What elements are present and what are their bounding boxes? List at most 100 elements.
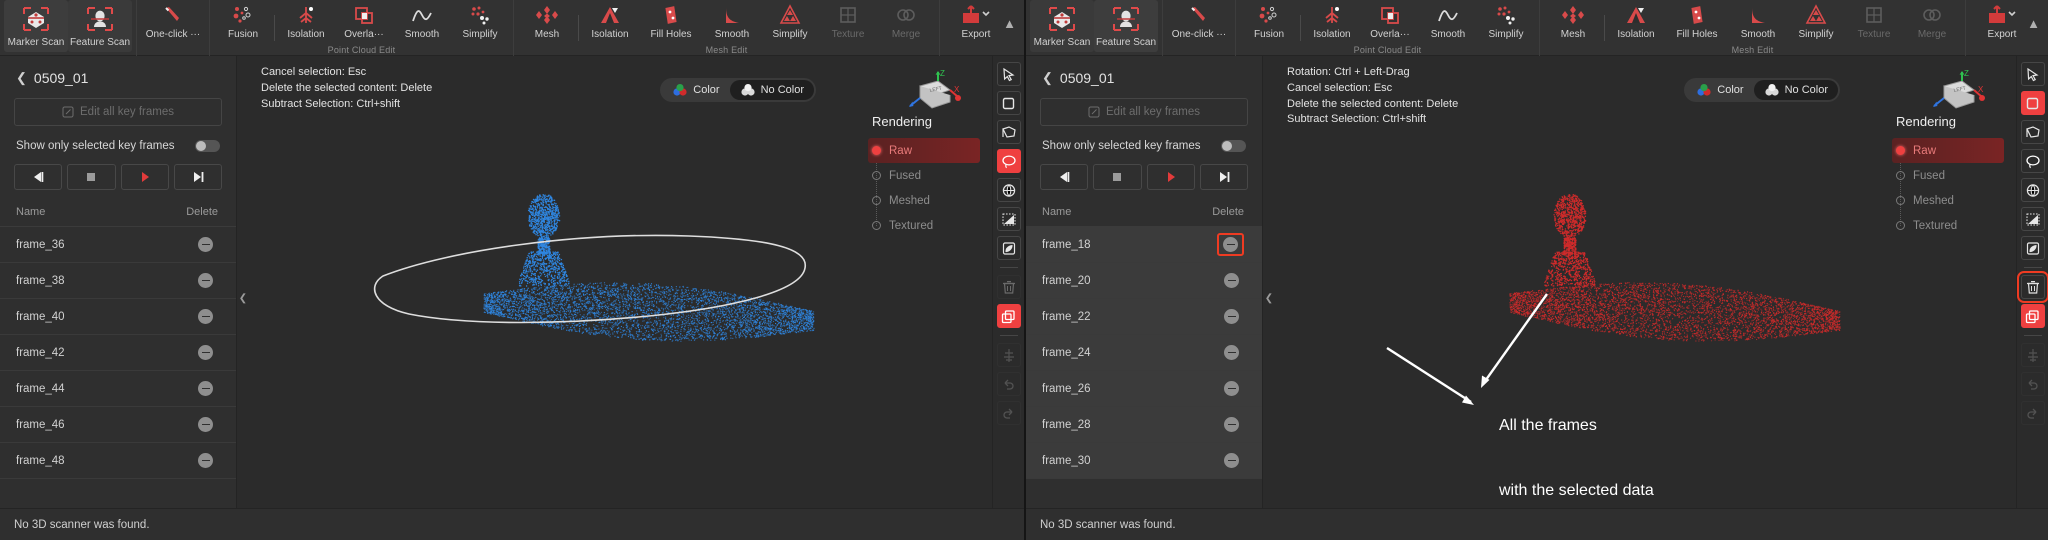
delete-frame-button[interactable]: [193, 450, 218, 471]
lasso-select-tool[interactable]: [996, 149, 1021, 173]
color-mode-toggle-right[interactable]: Color No Color: [1684, 78, 1840, 102]
ribbon-button-marker-scan-right[interactable]: Marker Scan: [1030, 0, 1094, 52]
duplicate-tool[interactable]: [996, 304, 1021, 328]
table-row[interactable]: frame_40: [0, 299, 236, 335]
ribbon-button-mesh-smooth-right[interactable]: Smooth: [1729, 0, 1787, 46]
table-row[interactable]: frame_28: [1026, 407, 1262, 443]
redo-tool[interactable]: [2020, 401, 2045, 425]
color-mode-option-color[interactable]: Color: [662, 80, 729, 100]
frame-list-right[interactable]: frame_18 frame_20 frame_22 frame_24 frame_26…: [1026, 227, 1262, 540]
polygon-select-tool[interactable]: [996, 120, 1021, 144]
table-row[interactable]: frame_38: [0, 263, 236, 299]
table-row[interactable]: frame_20: [1026, 263, 1262, 299]
rendering-option-textured[interactable]: Textured: [868, 213, 980, 238]
color-mode-toggle-left[interactable]: Color No Color: [660, 78, 816, 102]
edit-all-key-frames-button[interactable]: Edit all key frames: [1040, 98, 1248, 126]
panel-collapse-handle-right[interactable]: ❮: [1263, 56, 1275, 540]
rectangle-select-tool[interactable]: [996, 91, 1021, 115]
play-button[interactable]: [1146, 164, 1195, 190]
table-row[interactable]: frame_18: [1026, 227, 1262, 263]
ribbon-button-mesh-smooth[interactable]: Smooth: [703, 0, 761, 46]
ribbon-button-mesh-isolation[interactable]: Isolation: [581, 0, 639, 46]
rendering-option-fused[interactable]: Fused: [1892, 163, 2004, 188]
delete-tool[interactable]: [996, 275, 1021, 299]
breadcrumb[interactable]: ❮ 0509_01: [0, 56, 236, 96]
rendering-option-fused[interactable]: Fused: [868, 163, 980, 188]
ribbon-button-fill-holes-right[interactable]: Fill Holes: [1665, 0, 1729, 46]
delete-tool[interactable]: [2016, 271, 2048, 303]
chevron-up-icon[interactable]: ▲: [1003, 16, 1016, 31]
undo-tool[interactable]: [996, 372, 1021, 396]
delete-frame-button[interactable]: [193, 234, 218, 255]
chevron-left-icon[interactable]: ❮: [16, 70, 27, 86]
rendering-option-textured[interactable]: Textured: [1892, 213, 2004, 238]
rendering-option-raw[interactable]: Raw: [868, 138, 980, 163]
breadcrumb[interactable]: ❮ 0509_01: [1026, 56, 1262, 96]
table-row[interactable]: frame_36: [0, 227, 236, 263]
ribbon-button-pc-isolation[interactable]: Isolation: [277, 0, 335, 46]
ribbon-button-mesh-isolation-right[interactable]: Isolation: [1607, 0, 1665, 46]
through-select-tool[interactable]: [996, 178, 1021, 202]
ribbon-button-pc-isolation-right[interactable]: Isolation: [1303, 0, 1361, 46]
ribbon-button-feature-scan[interactable]: Feature Scan: [68, 0, 132, 52]
table-row[interactable]: frame_46: [0, 407, 236, 443]
ribbon-button-mesh-simplify-right[interactable]: Simplify: [1787, 0, 1845, 46]
stop-button[interactable]: [1093, 164, 1142, 190]
delete-frame-button[interactable]: [1219, 342, 1244, 363]
invert-select-tool[interactable]: [2020, 236, 2045, 260]
ribbon-button-pc-overlap-right[interactable]: Overla···: [1361, 0, 1419, 46]
ribbon-button-marker-scan[interactable]: Marker Scan: [4, 0, 68, 52]
step-back-button[interactable]: [14, 164, 63, 190]
delete-frame-button[interactable]: [1219, 450, 1244, 471]
ribbon-button-pc-smooth-right[interactable]: Smooth: [1419, 0, 1477, 46]
ribbon-button-pc-smooth[interactable]: Smooth: [393, 0, 451, 46]
marquee-gradient-tool[interactable]: [2020, 207, 2045, 231]
table-row[interactable]: frame_24: [1026, 335, 1262, 371]
viewport-right[interactable]: Rotation: Ctrl + Left-Drag Cancel selecti…: [1275, 56, 2016, 540]
select-arrow-tool[interactable]: [2020, 62, 2045, 86]
table-row[interactable]: frame_48: [0, 443, 236, 479]
table-row[interactable]: frame_30: [1026, 443, 1262, 479]
ribbon-button-export[interactable]: Export: [944, 0, 1008, 46]
color-mode-option-color[interactable]: Color: [1686, 80, 1753, 100]
table-row[interactable]: frame_22: [1026, 299, 1262, 335]
delete-frame-button[interactable]: [193, 342, 218, 363]
align-tool[interactable]: [996, 343, 1021, 367]
delete-frame-button[interactable]: [193, 270, 218, 291]
step-forward-button[interactable]: [173, 164, 222, 190]
duplicate-tool[interactable]: [2020, 304, 2045, 328]
through-select-tool[interactable]: [2020, 178, 2045, 202]
delete-frame-button[interactable]: [193, 414, 218, 435]
frame-list-left[interactable]: frame_36 frame_38 frame_40 frame_42 frame_44…: [0, 227, 236, 540]
show-only-selected-toggle[interactable]: [195, 140, 220, 152]
delete-frame-button[interactable]: [1219, 414, 1244, 435]
ribbon-button-fusion[interactable]: Fusion: [214, 0, 272, 46]
ribbon-button-fill-holes[interactable]: Fill Holes: [639, 0, 703, 46]
step-back-button[interactable]: [1040, 164, 1089, 190]
ribbon-button-pc-simplify-right[interactable]: Simplify: [1477, 0, 1535, 46]
delete-frame-button[interactable]: [1219, 270, 1244, 291]
play-button[interactable]: [120, 164, 169, 190]
table-row[interactable]: frame_42: [0, 335, 236, 371]
ribbon-button-one-click-right[interactable]: One-click ···: [1167, 0, 1231, 46]
rendering-option-raw[interactable]: Raw: [1892, 138, 2004, 163]
select-arrow-tool[interactable]: [996, 62, 1021, 86]
rectangle-select-tool[interactable]: [2020, 91, 2045, 115]
ribbon-button-pc-overlap[interactable]: Overla···: [335, 0, 393, 46]
table-row[interactable]: frame_44: [0, 371, 236, 407]
color-mode-option-no-color[interactable]: No Color: [1753, 80, 1838, 100]
delete-frame-button[interactable]: [193, 306, 218, 327]
polygon-select-tool[interactable]: [2020, 120, 2045, 144]
ribbon-button-one-click[interactable]: One-click ···: [141, 0, 205, 46]
ribbon-button-mesh[interactable]: Mesh: [518, 0, 576, 46]
viewport-left[interactable]: Cancel selection: Esc Delete the selected…: [249, 56, 992, 540]
ribbon-button-feature-scan-right[interactable]: Feature Scan: [1094, 0, 1158, 52]
chevron-left-icon[interactable]: ❮: [1042, 70, 1053, 86]
delete-frame-button[interactable]: [1217, 233, 1244, 256]
chevron-up-icon[interactable]: ▲: [2027, 16, 2040, 31]
marquee-gradient-tool[interactable]: [996, 207, 1021, 231]
rendering-option-meshed[interactable]: Meshed: [1892, 188, 2004, 213]
edit-all-key-frames-button[interactable]: Edit all key frames: [14, 98, 222, 126]
show-only-selected-toggle[interactable]: [1221, 140, 1246, 152]
panel-collapse-handle-left[interactable]: ❮: [237, 56, 249, 540]
